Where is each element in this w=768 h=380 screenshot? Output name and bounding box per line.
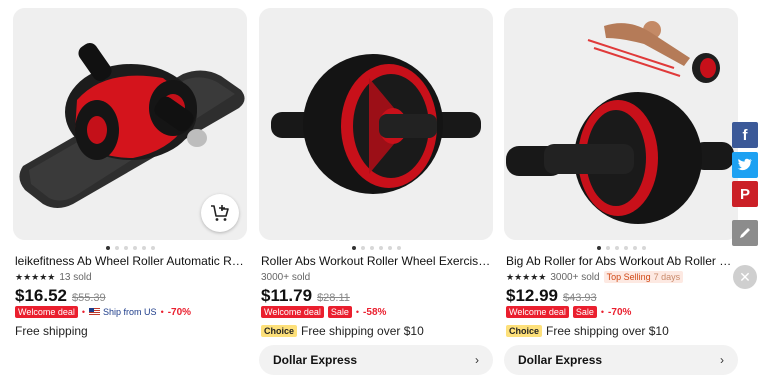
choice-badge: Choice	[261, 325, 298, 337]
sale-badge: Sale	[572, 306, 597, 318]
carousel-dot[interactable]	[614, 246, 619, 250]
facebook-share-button[interactable]: f	[732, 122, 758, 148]
close-button[interactable]: ✕	[733, 265, 757, 289]
chevron-right-icon: ›	[720, 353, 724, 367]
rating-row: 3000+ sold	[261, 270, 310, 284]
carousel-dot[interactable]	[623, 246, 628, 250]
carousel-dot[interactable]	[123, 246, 128, 250]
current-price: $16.52	[15, 286, 67, 305]
carousel-dot[interactable]	[360, 246, 365, 250]
carousel-dot[interactable]	[351, 246, 356, 250]
price-row: $11.79 $28.11	[261, 286, 350, 306]
store-link[interactable]: Dollar Express ›	[504, 345, 738, 375]
ship-from-label: Ship from US	[103, 307, 157, 317]
shipping-label: Free shipping	[15, 324, 88, 338]
separator: •	[355, 307, 360, 317]
product-card[interactable]: leikefitness Ab Wheel Roller Automatic R…	[13, 6, 249, 380]
product-card[interactable]: Roller Abs Workout Roller Wheel Exercise…	[259, 6, 495, 380]
carousel-dot[interactable]	[150, 246, 155, 250]
original-price: $28.11	[317, 292, 350, 304]
pencil-icon	[740, 228, 750, 238]
carousel-dot[interactable]	[105, 246, 110, 250]
discount-percent: -70%	[167, 306, 192, 318]
carousel-dot[interactable]	[641, 246, 646, 250]
star-rating: ★★★★★	[506, 271, 547, 282]
close-icon: ✕	[739, 268, 751, 285]
top-selling-label: Top Selling	[606, 272, 651, 282]
carousel-dot[interactable]	[387, 246, 392, 250]
sale-badge: Sale	[327, 306, 352, 318]
welcome-deal-badge: Welcome deal	[506, 306, 569, 318]
carousel-dot[interactable]	[396, 246, 401, 250]
welcome-deal-badge: Welcome deal	[261, 306, 324, 318]
top-selling-period: 7 days	[653, 272, 681, 282]
deal-tags: Welcome deal Sale • -58%	[261, 306, 386, 318]
product-title[interactable]: Big Ab Roller for Abs Workout Ab Roller …	[506, 254, 738, 268]
separator: •	[160, 307, 164, 317]
sold-count: 3000+ sold	[550, 271, 600, 283]
choice-badge: Choice	[506, 325, 543, 337]
current-price: $12.99	[506, 286, 558, 305]
shipping-label: Free shipping over $10	[301, 324, 424, 338]
sold-count: 13 sold	[59, 271, 92, 283]
carousel-dot[interactable]	[378, 246, 383, 250]
separator: •	[81, 307, 86, 317]
star-rating: ★★★★★	[15, 271, 56, 282]
store-name: Dollar Express	[518, 353, 603, 367]
add-to-cart-icon	[211, 205, 229, 221]
product-image[interactable]	[13, 8, 247, 240]
chevron-right-icon: ›	[475, 353, 479, 367]
us-flag-icon	[89, 308, 101, 316]
facebook-icon: f	[742, 126, 748, 144]
carousel-dot[interactable]	[132, 246, 137, 250]
carousel-dot[interactable]	[141, 246, 146, 250]
rating-row: ★★★★★ 3000+ sold Top Selling 7 days	[506, 270, 684, 284]
image-carousel-dots[interactable]	[13, 246, 247, 252]
carousel-dot[interactable]	[632, 246, 637, 250]
shipping-info: Choice Free shipping over $10	[506, 324, 669, 338]
product-title[interactable]: leikefitness Ab Wheel Roller Automatic R…	[15, 254, 247, 268]
store-name: Dollar Express	[273, 353, 358, 367]
carousel-dot[interactable]	[114, 246, 119, 250]
store-link[interactable]: Dollar Express ›	[259, 345, 493, 375]
pinterest-icon: P	[739, 185, 750, 203]
carousel-dot[interactable]	[596, 246, 601, 250]
original-price: $43.93	[563, 292, 597, 304]
product-image[interactable]	[504, 8, 738, 240]
twitter-icon	[737, 158, 752, 171]
carousel-dot[interactable]	[369, 246, 374, 250]
price-row: $12.99 $43.93	[506, 286, 597, 306]
top-selling-badge: Top Selling 7 days	[603, 271, 684, 283]
add-to-cart-button[interactable]	[201, 194, 239, 232]
shipping-label: Free shipping over $10	[546, 324, 669, 338]
sold-count: 3000+ sold	[261, 271, 311, 283]
price-row: $16.52 $55.39	[15, 286, 106, 306]
image-carousel-dots[interactable]	[504, 246, 738, 252]
product-card[interactable]: Big Ab Roller for Abs Workout Ab Roller …	[504, 6, 740, 380]
original-price: $55.39	[72, 292, 106, 304]
shipping-info: Free shipping	[15, 324, 88, 338]
discount-percent: -58%	[363, 306, 387, 318]
deal-tags: Welcome deal • Ship from US • -70%	[15, 306, 191, 318]
current-price: $11.79	[261, 286, 313, 305]
product-grid: leikefitness Ab Wheel Roller Automatic R…	[10, 6, 744, 380]
rating-row: ★★★★★ 13 sold	[15, 270, 92, 284]
carousel-dot[interactable]	[605, 246, 610, 250]
product-title[interactable]: Roller Abs Workout Roller Wheel Exercise…	[261, 254, 493, 268]
deal-tags: Welcome deal Sale • -70%	[506, 306, 631, 318]
discount-percent: -70%	[608, 306, 632, 318]
welcome-deal-badge: Welcome deal	[15, 306, 78, 318]
image-carousel-dots[interactable]	[259, 246, 493, 252]
shipping-info: Choice Free shipping over $10	[261, 324, 424, 338]
edit-button[interactable]	[732, 220, 758, 246]
twitter-share-button[interactable]	[732, 152, 758, 178]
separator: •	[600, 307, 605, 317]
pinterest-share-button[interactable]: P	[732, 181, 758, 207]
product-image[interactable]	[259, 8, 493, 240]
ship-from-badge: Ship from US	[89, 307, 157, 317]
